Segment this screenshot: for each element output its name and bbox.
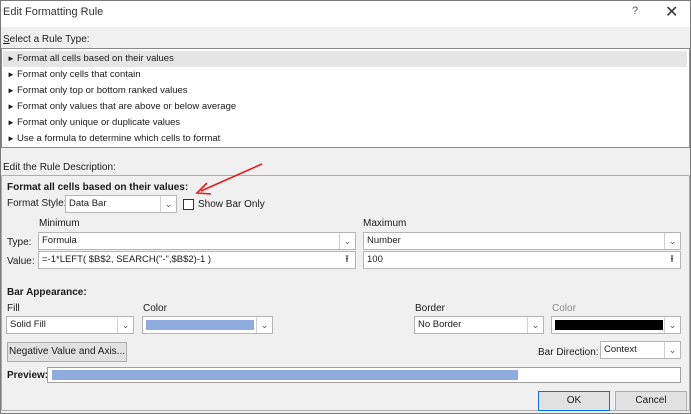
- preview-box: [47, 367, 681, 383]
- rule-type-item-label: Format only values that are above or bel…: [17, 101, 237, 112]
- rule-type-item-label: Use a formula to determine which cells t…: [17, 133, 221, 144]
- ok-button[interactable]: OK: [538, 391, 610, 411]
- chevron-down-icon: ⌄: [256, 317, 272, 333]
- annotation-arrow-head: [195, 182, 212, 195]
- bar-direction-value: Context: [604, 344, 637, 355]
- rule-type-item-label: Format only cells that contain: [17, 69, 141, 80]
- list-arrow-icon: ►: [7, 86, 15, 95]
- border-color-swatch: [555, 320, 663, 330]
- chevron-down-icon: ⌄: [527, 317, 543, 333]
- dialog-title: Edit Formatting Rule: [3, 6, 104, 18]
- list-arrow-icon: ►: [7, 134, 15, 143]
- rule-type-item[interactable]: ► Format only values that are above or be…: [3, 99, 687, 115]
- maximum-label: Maximum: [363, 218, 407, 229]
- format-style-dropdown[interactable]: Data Bar ⌄: [65, 195, 177, 213]
- rule-type-item-label: Format all cells based on their values: [17, 53, 174, 64]
- list-arrow-icon: ►: [7, 54, 15, 63]
- rule-type-item[interactable]: ► Use a formula to determine which cells …: [3, 131, 687, 147]
- chevron-down-icon: ⌄: [664, 317, 680, 333]
- description-heading: Format all cells based on their values:: [7, 182, 189, 193]
- format-style-label: Format Style:: [7, 198, 67, 209]
- rule-type-item[interactable]: ► Format all cells based on their values: [3, 51, 687, 67]
- fill-value: Solid Fill: [10, 319, 46, 330]
- bar-direction-dropdown[interactable]: Context ⌄: [600, 341, 681, 359]
- chevron-down-icon: ⌄: [664, 342, 680, 358]
- border-color-label: Color: [552, 303, 576, 314]
- rule-type-item-label: Format only top or bottom ranked values: [17, 85, 188, 96]
- collapse-dialog-icon[interactable]: ⭱: [665, 253, 679, 267]
- list-arrow-icon: ►: [7, 102, 15, 111]
- minimum-type-value: Formula: [42, 235, 77, 246]
- fill-label: Fill: [7, 303, 20, 314]
- maximum-value-input[interactable]: 100 ⭱: [363, 251, 681, 269]
- border-value: No Border: [418, 319, 462, 330]
- chevron-down-icon: ⌄: [339, 233, 355, 249]
- minimum-value-input[interactable]: =-1*LEFT( $B$2, SEARCH("-",$B$2)-1 ) ⭱: [38, 251, 356, 269]
- bar-appearance-heading: Bar Appearance:: [7, 287, 87, 298]
- rule-type-item[interactable]: ► Format only unique or duplicate values: [3, 115, 687, 131]
- cancel-button[interactable]: Cancel: [615, 391, 687, 411]
- minimum-type-dropdown[interactable]: Formula ⌄: [38, 232, 356, 250]
- fill-dropdown[interactable]: Solid Fill ⌄: [6, 316, 134, 334]
- negative-value-axis-button[interactable]: Negative Value and Axis...: [7, 342, 127, 362]
- rule-description-label: Edit the Rule Description:: [3, 162, 116, 173]
- fill-color-swatch: [146, 320, 254, 330]
- minimum-value-text: =-1*LEFT( $B$2, SEARCH("-",$B$2)-1 ): [42, 254, 212, 265]
- close-icon[interactable]: ✕: [665, 2, 678, 22]
- rule-type-listbox[interactable]: ► Format all cells based on their values …: [1, 48, 690, 148]
- preview-bar: [52, 370, 518, 380]
- chevron-down-icon: ⌄: [160, 196, 176, 212]
- fill-color-picker[interactable]: ⌄: [142, 316, 273, 334]
- type-label: Type:: [7, 237, 32, 248]
- annotation-arrow-shaft: [200, 163, 263, 192]
- border-dropdown[interactable]: No Border ⌄: [414, 316, 544, 334]
- preview-label: Preview:: [7, 370, 49, 381]
- list-arrow-icon: ►: [7, 70, 15, 79]
- annotation-arrow: [195, 163, 263, 195]
- help-icon[interactable]: ?: [632, 5, 638, 17]
- rule-type-label: Select a Rule Type:: [3, 34, 90, 45]
- chevron-down-icon: ⌄: [117, 317, 133, 333]
- format-style-value: Data Bar: [69, 198, 107, 209]
- value-label: Value:: [7, 256, 35, 267]
- color-label: Color: [143, 303, 167, 314]
- chevron-down-icon: ⌄: [664, 233, 680, 249]
- rule-type-item[interactable]: ► Format only top or bottom ranked values: [3, 83, 687, 99]
- rule-type-item[interactable]: ► Format only cells that contain: [3, 67, 687, 83]
- rule-type-item-label: Format only unique or duplicate values: [17, 117, 181, 128]
- bar-direction-label: Bar Direction:: [538, 347, 599, 358]
- border-label: Border: [415, 303, 446, 314]
- maximum-type-value: Number: [367, 235, 401, 246]
- maximum-value-text: 100: [367, 254, 383, 265]
- list-arrow-icon: ►: [7, 118, 15, 127]
- collapse-dialog-icon[interactable]: ⭱: [340, 253, 354, 267]
- border-color-picker[interactable]: ⌄: [551, 316, 681, 334]
- rule-type-label-text: elect a Rule Type:: [9, 34, 90, 45]
- maximum-type-dropdown[interactable]: Number ⌄: [363, 232, 681, 250]
- title-bar: Edit Formatting Rule ? ✕: [1, 1, 690, 27]
- edit-formatting-rule-dialog: Edit Formatting Rule ? ✕ Select a Rule T…: [0, 0, 691, 414]
- minimum-label: Minimum: [39, 218, 80, 229]
